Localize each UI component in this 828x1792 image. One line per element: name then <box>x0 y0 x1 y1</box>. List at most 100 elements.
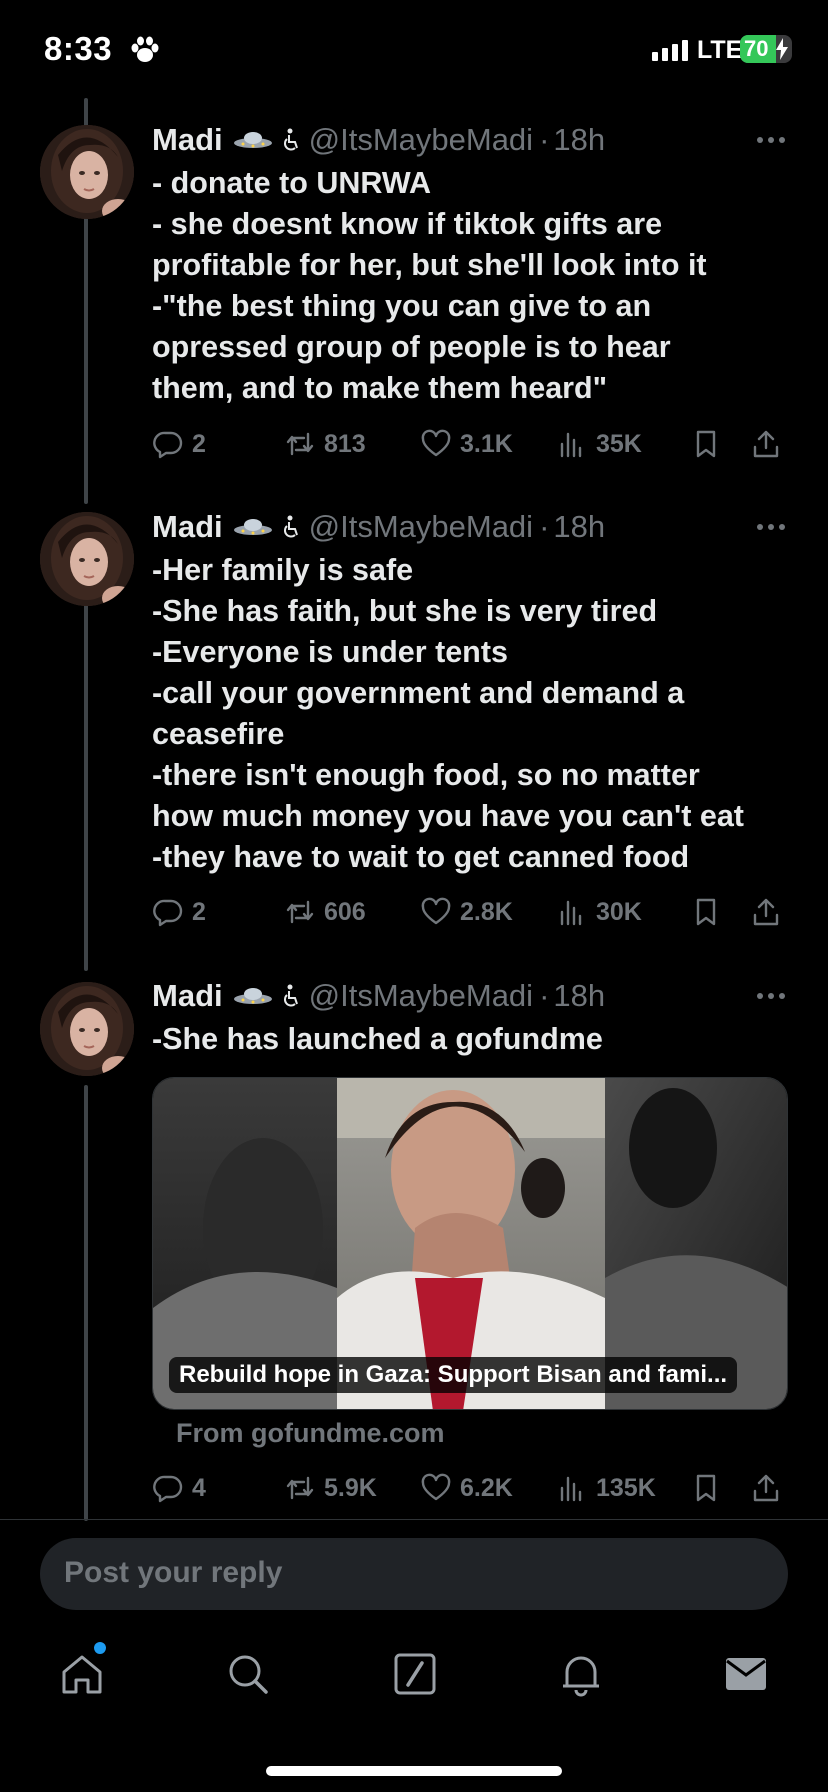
more-options-icon[interactable] <box>756 523 786 531</box>
repost-button[interactable]: 606 <box>284 892 366 932</box>
network-label: LTE <box>697 36 743 64</box>
reply-button[interactable]: 4 <box>152 1468 206 1508</box>
profile-photo <box>40 125 134 219</box>
bookmark-button[interactable] <box>690 1468 730 1508</box>
tab-home[interactable] <box>58 1650 106 1698</box>
author-handle[interactable]: @ItsMaybeMadi <box>309 509 533 545</box>
tweet-line: them, and to make them heard" <box>152 371 608 405</box>
like-button[interactable]: 3.1K <box>420 424 513 464</box>
like-count: 6.2K <box>460 1473 513 1502</box>
views-button[interactable]: 35K <box>556 424 642 464</box>
repost-icon <box>286 900 314 924</box>
tweet-line: opressed group of people is to hear <box>152 330 671 364</box>
card-source[interactable]: From gofundme.com <box>176 1418 445 1449</box>
profile-photo <box>40 982 134 1076</box>
tweet-line: -Everyone is under tents <box>152 635 508 669</box>
tweet-line: -She has launched a gofundme <box>152 1022 603 1056</box>
like-button[interactable]: 2.8K <box>420 892 513 932</box>
tweet-time[interactable]: 18h <box>553 978 605 1014</box>
repost-icon <box>286 432 314 456</box>
bookmark-button[interactable] <box>690 892 730 932</box>
link-card[interactable]: Rebuild hope in Gaza: Support Bisan and … <box>152 1077 788 1410</box>
views-icon <box>560 1476 582 1502</box>
reply-count: 2 <box>192 429 206 458</box>
wheelchair-icon <box>283 128 298 151</box>
reply-button[interactable]: 2 <box>152 424 206 464</box>
avatar[interactable] <box>40 982 134 1076</box>
repost-count: 5.9K <box>324 1473 377 1502</box>
more-options-icon[interactable] <box>756 992 786 1000</box>
tweet-line: ceasefire <box>152 717 285 751</box>
bookmark-icon <box>696 898 716 926</box>
repost-button[interactable]: 5.9K <box>284 1468 377 1508</box>
author-name[interactable]: Madi <box>152 122 223 158</box>
bell-icon <box>563 1656 599 1697</box>
dot-separator: · <box>539 122 550 157</box>
views-button[interactable]: 30K <box>556 892 642 932</box>
tweet-line: profitable for her, but she'll look into… <box>152 248 707 282</box>
share-button[interactable] <box>750 892 790 932</box>
tweet-line: -"the best thing you can give to an <box>152 289 652 323</box>
repost-icon <box>286 1476 314 1500</box>
tweet-line: - she doesnt know if tiktok gifts are <box>152 207 663 241</box>
share-icon <box>753 430 779 458</box>
author-name[interactable]: Madi <box>152 509 223 545</box>
share-button[interactable] <box>750 1468 790 1508</box>
repost-count: 606 <box>324 897 366 926</box>
tweet-line: -Her family is safe <box>152 553 414 587</box>
view-count: 30K <box>596 897 642 926</box>
tab-compose[interactable] <box>391 1650 439 1698</box>
views-button[interactable]: 135K <box>556 1468 656 1508</box>
reply-icon <box>153 899 183 927</box>
tweet-time[interactable]: 18h <box>553 122 605 158</box>
tweet-time[interactable]: 18h <box>553 509 605 545</box>
divider <box>0 1519 828 1520</box>
wheelchair-icon <box>283 984 298 1007</box>
thread-line <box>84 1085 88 1521</box>
battery-icon: 70 <box>740 35 792 63</box>
thread-line <box>84 598 88 971</box>
mail-icon <box>726 1658 766 1690</box>
tweet-text: - donate to UNRWA - she doesnt know if t… <box>152 163 792 409</box>
heart-icon <box>421 1473 451 1501</box>
tweet-line: how much money you have you can't eat <box>152 799 744 833</box>
status-bar: 8:33 LTE 70 <box>0 0 828 100</box>
reply-count: 4 <box>192 1473 206 1502</box>
charging-icon <box>776 38 788 60</box>
repost-button[interactable]: 813 <box>284 424 366 464</box>
reply-input[interactable]: Post your reply <box>40 1538 788 1610</box>
bookmark-icon <box>696 430 716 458</box>
tweet-line: - donate to UNRWA <box>152 166 431 200</box>
share-icon <box>753 898 779 926</box>
avatar[interactable] <box>40 512 134 606</box>
share-icon <box>753 1474 779 1502</box>
tab-messages[interactable] <box>722 1650 770 1698</box>
reply-count: 2 <box>192 897 206 926</box>
card-title: Rebuild hope in Gaza: Support Bisan and … <box>169 1357 738 1393</box>
avatar[interactable] <box>40 125 134 219</box>
ufo-emoji-icon <box>233 988 272 1004</box>
tab-search[interactable] <box>224 1650 272 1698</box>
like-button[interactable]: 6.2K <box>420 1468 513 1508</box>
repost-count: 813 <box>324 429 366 458</box>
heart-icon <box>421 429 451 457</box>
compose-icon <box>394 1653 436 1695</box>
tweet-line: -there isn't enough food, so no matter <box>152 758 700 792</box>
view-count: 135K <box>596 1473 656 1502</box>
more-options-icon[interactable] <box>756 136 786 144</box>
author-name[interactable]: Madi <box>152 978 223 1014</box>
battery-label: 70 <box>744 36 769 61</box>
tweet-header: Madi @ItsMaybeMadi · 18h <box>152 120 605 160</box>
author-handle[interactable]: @ItsMaybeMadi <box>309 122 533 158</box>
reply-icon <box>153 1475 183 1503</box>
paw-icon <box>131 36 159 62</box>
heart-icon <box>421 897 451 925</box>
bookmark-button[interactable] <box>690 424 730 464</box>
share-button[interactable] <box>750 424 790 464</box>
reply-button[interactable]: 2 <box>152 892 206 932</box>
tweet-text: -Her family is safe -She has faith, but … <box>152 550 792 878</box>
tab-notifications[interactable] <box>557 1650 605 1698</box>
author-handle[interactable]: @ItsMaybeMadi <box>309 978 533 1014</box>
reply-icon <box>153 431 183 459</box>
tweet-header: Madi @ItsMaybeMadi · 18h <box>152 507 605 547</box>
